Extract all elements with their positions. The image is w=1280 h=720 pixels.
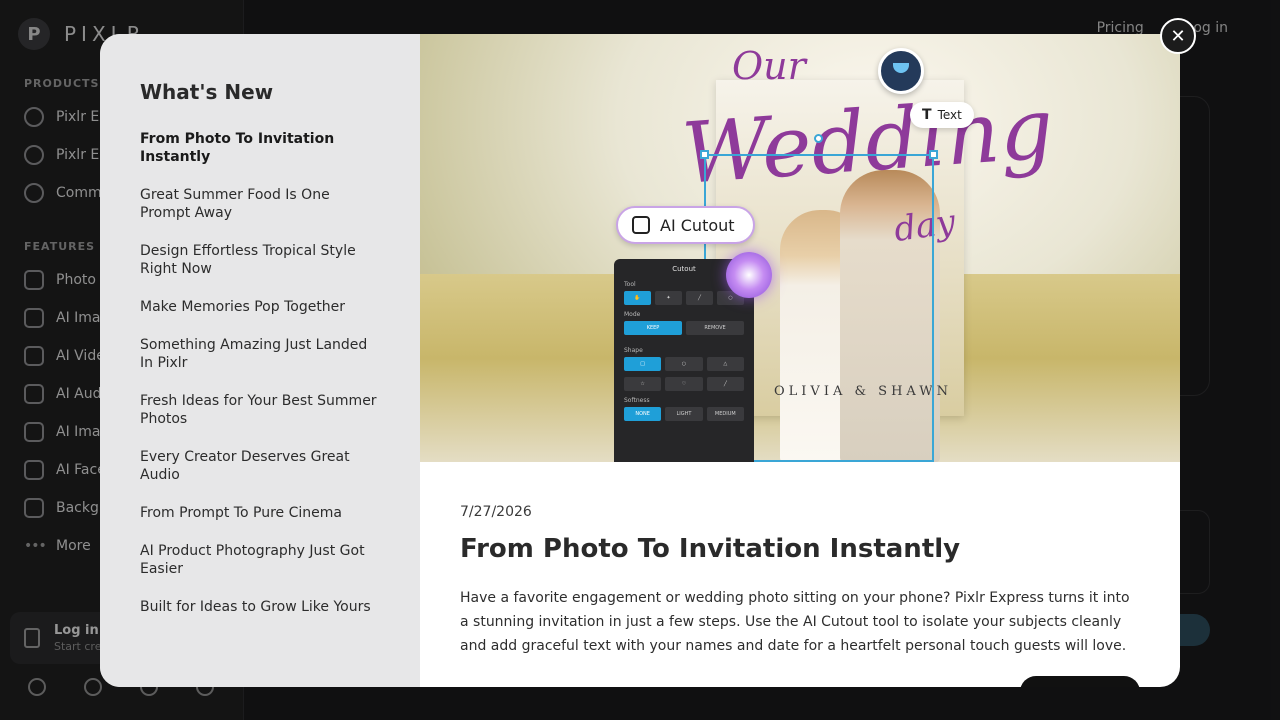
panel-tool-label: Tool — [624, 281, 636, 288]
article-item[interactable]: Make Memories Pop Together — [140, 298, 380, 316]
article-item[interactable]: From Photo To Invitation Instantly — [140, 130, 380, 166]
article-item[interactable]: Something Amazing Just Landed In Pixlr — [140, 336, 380, 372]
wand-icon: ✦ — [655, 291, 682, 305]
soft-none: NONE — [624, 407, 662, 421]
article-item[interactable]: Great Summer Food Is One Prompt Away — [140, 186, 380, 222]
heart-icon: ♡ — [665, 377, 703, 391]
circle-icon: ○ — [665, 357, 703, 371]
text-t-icon: T — [922, 107, 932, 123]
star-icon: ☆ — [624, 377, 662, 391]
article-content: Our Wedding day OLIVIA & SHAWN T Text AI… — [420, 34, 1180, 687]
mode-keep: KEEP — [624, 321, 682, 335]
modal-heading: What's New — [140, 80, 274, 104]
panel-softness-row: NONE LIGHT MEDIUM — [624, 407, 744, 421]
article-item[interactable]: From Prompt To Pure Cinema — [140, 504, 380, 522]
brush-icon: ╱ — [686, 291, 713, 305]
rotate-handle — [814, 134, 823, 143]
selection-handle — [929, 150, 938, 159]
robot-icon — [632, 216, 650, 234]
soft-medium: MEDIUM — [706, 407, 744, 421]
soft-light: LIGHT — [665, 407, 703, 421]
article-item[interactable]: Every Creator Deserves Great Audio — [140, 448, 380, 484]
panel-shape-row: □ ○ △ — [624, 357, 744, 371]
mode-remove: REMOVE — [686, 321, 744, 335]
article-item[interactable]: Fresh Ideas for Your Best Summer Photos — [140, 392, 380, 428]
line-icon: ╱ — [706, 377, 744, 391]
article-title: From Photo To Invitation Instantly — [460, 534, 961, 564]
cta-button[interactable] — [1020, 676, 1140, 687]
panel-softness-label: Softness — [624, 397, 650, 404]
article-sidebar: What's New From Photo To Invitation Inst… — [100, 34, 420, 687]
triangle-icon: △ — [706, 357, 744, 371]
article-text: Have a favorite engagement or wedding ph… — [460, 590, 1130, 654]
article-date: 7/27/2026 — [460, 504, 532, 520]
sparkle-icon — [726, 252, 772, 298]
hero-image: Our Wedding day OLIVIA & SHAWN T Text AI… — [420, 34, 1180, 462]
panel-shape-row-2: ☆ ♡ ╱ — [624, 377, 744, 391]
article-item[interactable]: Built for Ideas to Grow Like Yours — [140, 598, 380, 616]
script-our: Our — [732, 44, 806, 88]
hand-icon: ✋ — [624, 291, 651, 305]
article-item[interactable]: AI Product Photography Just Got Easier — [140, 542, 380, 578]
panel-tool-row: ✋ ✦ ╱ ○ — [624, 291, 744, 305]
selection-handle — [700, 150, 709, 159]
pixlr-badge-icon — [878, 48, 924, 94]
article-body: 7/27/2026 From Photo To Invitation Insta… — [460, 504, 1140, 658]
article-item[interactable]: Design Effortless Tropical Style Right N… — [140, 242, 380, 278]
article-list: From Photo To Invitation Instantly Great… — [140, 130, 380, 616]
panel-mode-label: Mode — [624, 311, 641, 318]
close-button[interactable]: ✕ — [1160, 18, 1196, 54]
ai-cutout-pill: AI Cutout — [616, 206, 755, 244]
square-icon: □ — [624, 357, 662, 371]
text-tool-pill: T Text — [910, 102, 974, 128]
panel-shape-label: Shape — [624, 347, 643, 354]
whats-new-modal: What's New From Photo To Invitation Inst… — [100, 34, 1180, 687]
panel-mode-row: KEEP REMOVE — [624, 321, 744, 335]
